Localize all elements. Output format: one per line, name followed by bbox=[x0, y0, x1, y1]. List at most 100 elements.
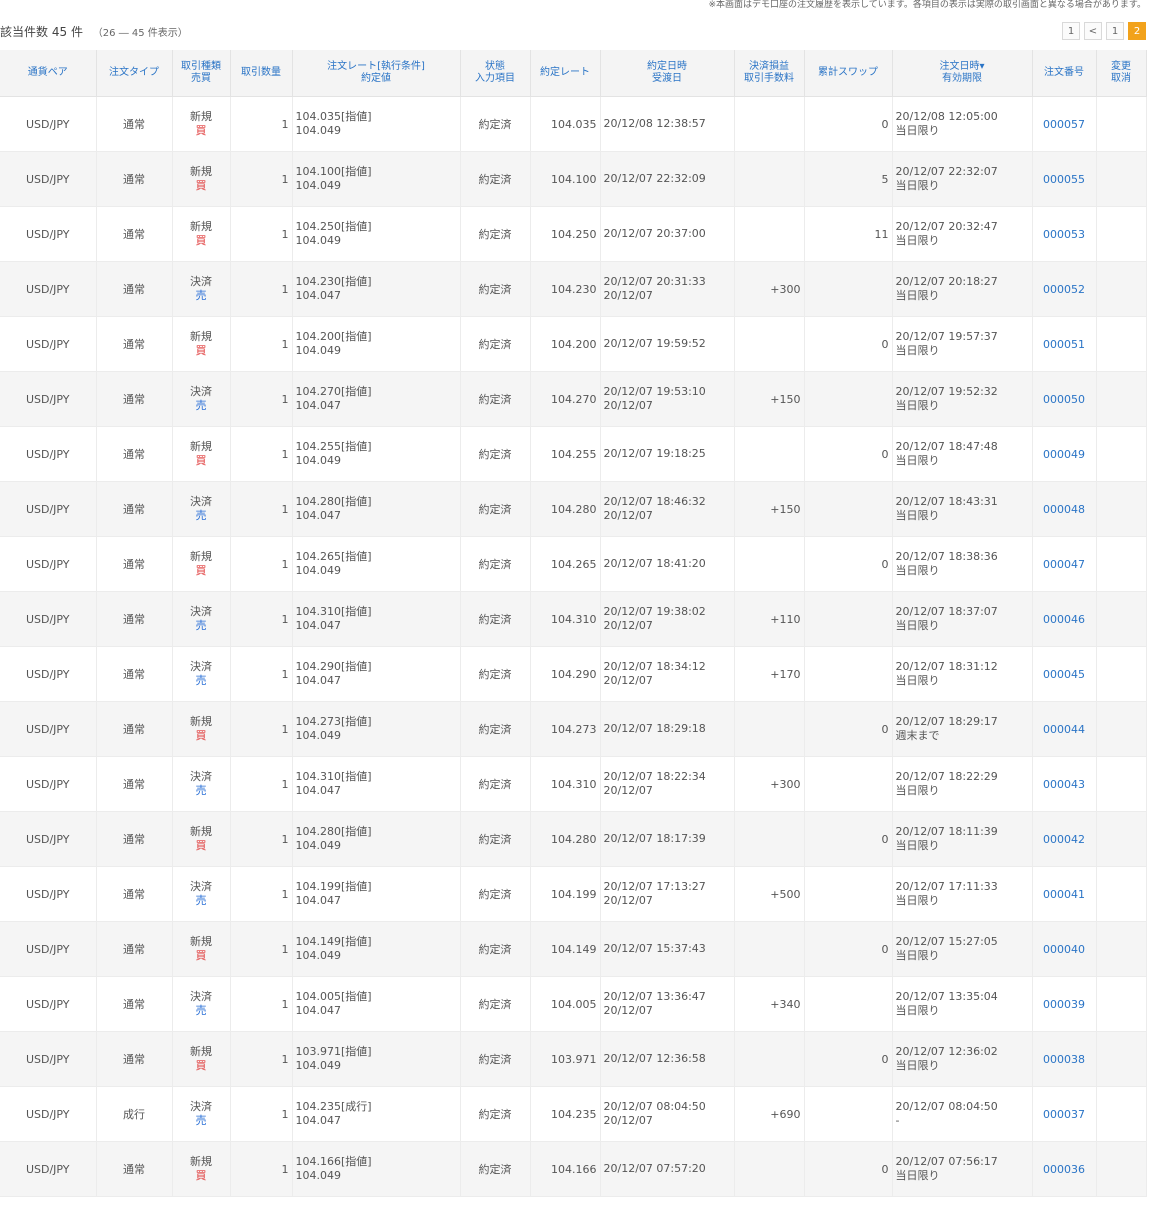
order-type-cell: 通常 bbox=[96, 646, 173, 702]
order-datetime-cell: 20/12/07 20:32:47 当日限り bbox=[892, 206, 1033, 262]
swap-cell bbox=[804, 646, 893, 702]
pagination: 1 < 1 2 bbox=[1062, 22, 1146, 40]
order-number-link[interactable]: 000036 bbox=[1043, 1163, 1085, 1176]
page-2-button[interactable]: 2 bbox=[1128, 22, 1146, 40]
order-type-cell: 通常 bbox=[96, 866, 173, 922]
col-exec-datetime[interactable]: 約定日時 受渡日 bbox=[600, 50, 735, 97]
exec-datetime: 20/12/07 08:04:50 bbox=[603, 1100, 706, 1113]
col-exec-rate[interactable]: 約定レート bbox=[530, 50, 601, 97]
order-rate-cell: 104.255[指値] 104.049 bbox=[292, 426, 461, 482]
order-expiry: 当日限り bbox=[895, 234, 940, 247]
exec-datetime-cell: 20/12/07 07:57:20 bbox=[600, 1141, 735, 1197]
trade-kind-cell: 新規買 bbox=[172, 426, 231, 482]
order-number-link[interactable]: 000039 bbox=[1043, 998, 1085, 1011]
trade-kind-cell: 新規買 bbox=[172, 151, 231, 207]
status-cell: 約定済 bbox=[460, 976, 531, 1032]
order-number-link[interactable]: 000047 bbox=[1043, 558, 1085, 571]
order-number-link[interactable]: 000053 bbox=[1043, 228, 1085, 241]
order-number-link[interactable]: 000037 bbox=[1043, 1108, 1085, 1121]
order-datetime-cell: 20/12/07 22:32:07 当日限り bbox=[892, 151, 1033, 207]
table-row: USD/JPY 通常 新規買 1 103.971[指値] 104.049 約定済 103.97… bbox=[0, 1031, 1147, 1087]
order-type-cell: 通常 bbox=[96, 811, 173, 867]
order-type-cell: 成行 bbox=[96, 1086, 173, 1142]
col-quantity[interactable]: 取引数量 bbox=[230, 50, 293, 97]
swap-cell: 11 bbox=[804, 206, 893, 262]
status-cell: 約定済 bbox=[460, 646, 531, 702]
order-number-link[interactable]: 000046 bbox=[1043, 613, 1085, 626]
col-settlement-pl[interactable]: 決済損益 取引手数料 bbox=[734, 50, 805, 97]
exec-datetime: 20/12/07 19:18:25 bbox=[603, 447, 706, 460]
order-number-link[interactable]: 000048 bbox=[1043, 503, 1085, 516]
modify-cancel-cell bbox=[1096, 591, 1147, 647]
order-rate-cell: 104.199[指値] 104.047 bbox=[292, 866, 461, 922]
order-rate-cell: 104.310[指値] 104.047 bbox=[292, 591, 461, 647]
col-sublabel: 売買 bbox=[191, 73, 211, 84]
modify-cancel-cell bbox=[1096, 206, 1147, 262]
order-datetime-cell: 20/12/07 19:57:37 当日限り bbox=[892, 316, 1033, 372]
order-rate-cell: 103.971[指値] 104.049 bbox=[292, 1031, 461, 1087]
col-order-rate[interactable]: 注文レート[執行条件] 約定値 bbox=[292, 50, 461, 97]
settlement-pl-cell: +300 bbox=[734, 261, 805, 317]
order-datetime: 20/12/07 20:32:47 bbox=[895, 220, 998, 233]
order-number-cell: 000051 bbox=[1032, 316, 1097, 372]
order-number-link[interactable]: 000052 bbox=[1043, 283, 1085, 296]
order-rate-sub: 104.049 bbox=[295, 1059, 342, 1072]
order-number-cell: 000043 bbox=[1032, 756, 1097, 812]
order-datetime: 20/12/07 22:32:07 bbox=[895, 165, 998, 178]
col-order-number[interactable]: 注文番号 bbox=[1032, 50, 1097, 97]
order-number-cell: 000048 bbox=[1032, 481, 1097, 537]
exec-rate-cell: 104.005 bbox=[530, 976, 601, 1032]
col-order-type[interactable]: 注文タイプ bbox=[96, 50, 173, 97]
exec-rate-cell: 104.035 bbox=[530, 96, 601, 152]
col-pair[interactable]: 通貨ペア bbox=[0, 50, 97, 97]
pair-cell: USD/JPY bbox=[0, 1141, 97, 1197]
order-number-link[interactable]: 000050 bbox=[1043, 393, 1085, 406]
order-number-link[interactable]: 000043 bbox=[1043, 778, 1085, 791]
order-expiry: 当日限り bbox=[895, 619, 940, 632]
order-expiry: 当日限り bbox=[895, 179, 940, 192]
pair-cell: USD/JPY bbox=[0, 756, 97, 812]
order-datetime: 20/12/07 19:52:32 bbox=[895, 385, 998, 398]
order-datetime-cell: 20/12/07 13:35:04 当日限り bbox=[892, 976, 1033, 1032]
order-number-link[interactable]: 000041 bbox=[1043, 888, 1085, 901]
modify-cancel-cell bbox=[1096, 316, 1147, 372]
page-first-button[interactable]: 1 bbox=[1062, 22, 1080, 40]
order-number-link[interactable]: 000055 bbox=[1043, 173, 1085, 186]
order-number-link[interactable]: 000044 bbox=[1043, 723, 1085, 736]
order-datetime: 20/12/07 18:47:48 bbox=[895, 440, 998, 453]
swap-cell bbox=[804, 976, 893, 1032]
order-number-link[interactable]: 000040 bbox=[1043, 943, 1085, 956]
order-number-link[interactable]: 000057 bbox=[1043, 118, 1085, 131]
order-number-link[interactable]: 000051 bbox=[1043, 338, 1085, 351]
swap-cell: 0 bbox=[804, 316, 893, 372]
page-notice: ※本画面はデモ口座の注文履歴を表示しています。各項目の表示は実際の取引画面と異な… bbox=[708, 0, 1146, 10]
trade-side: 売 bbox=[195, 674, 207, 687]
pair-cell: USD/JPY bbox=[0, 866, 97, 922]
swap-cell bbox=[804, 1086, 893, 1142]
result-range: （26 ― 45 件表示） bbox=[92, 28, 188, 39]
col-trade-kind[interactable]: 取引種類 売買 bbox=[172, 50, 231, 97]
table-row: USD/JPY 通常 新規買 1 104.280[指値] 104.049 約定済 104.28… bbox=[0, 811, 1147, 867]
table-row: USD/JPY 通常 新規買 1 104.255[指値] 104.049 約定済 104.25… bbox=[0, 426, 1147, 482]
table-body: USD/JPY 通常 新規買 1 104.035[指値] 104.049 約定済 104.03… bbox=[0, 96, 1147, 1197]
col-status[interactable]: 状態 入力項目 bbox=[460, 50, 531, 97]
order-type-cell: 通常 bbox=[96, 1031, 173, 1087]
order-number-link[interactable]: 000049 bbox=[1043, 448, 1085, 461]
order-number-link[interactable]: 000045 bbox=[1043, 668, 1085, 681]
result-count-label: 該当件数 bbox=[0, 25, 49, 39]
quantity-cell: 1 bbox=[230, 481, 293, 537]
order-number-link[interactable]: 000042 bbox=[1043, 833, 1085, 846]
page-prev-button[interactable]: < bbox=[1084, 22, 1102, 40]
col-swap[interactable]: 累計スワップ bbox=[804, 50, 893, 97]
order-rate-cell: 104.005[指値] 104.047 bbox=[292, 976, 461, 1032]
order-number-link[interactable]: 000038 bbox=[1043, 1053, 1085, 1066]
order-type-cell: 通常 bbox=[96, 96, 173, 152]
order-rate-sub: 104.049 bbox=[295, 839, 342, 852]
trade-kind-cell: 新規買 bbox=[172, 96, 231, 152]
order-expiry: 週末まで bbox=[895, 729, 940, 742]
table-row: USD/JPY 通常 決済売 1 104.290[指値] 104.047 約定済 104.29… bbox=[0, 646, 1147, 702]
order-type-cell: 通常 bbox=[96, 756, 173, 812]
order-expiry: 当日限り bbox=[895, 509, 940, 522]
col-order-datetime[interactable]: 注文日時▾ 有効期限 bbox=[892, 50, 1033, 97]
page-1-button[interactable]: 1 bbox=[1106, 22, 1124, 40]
